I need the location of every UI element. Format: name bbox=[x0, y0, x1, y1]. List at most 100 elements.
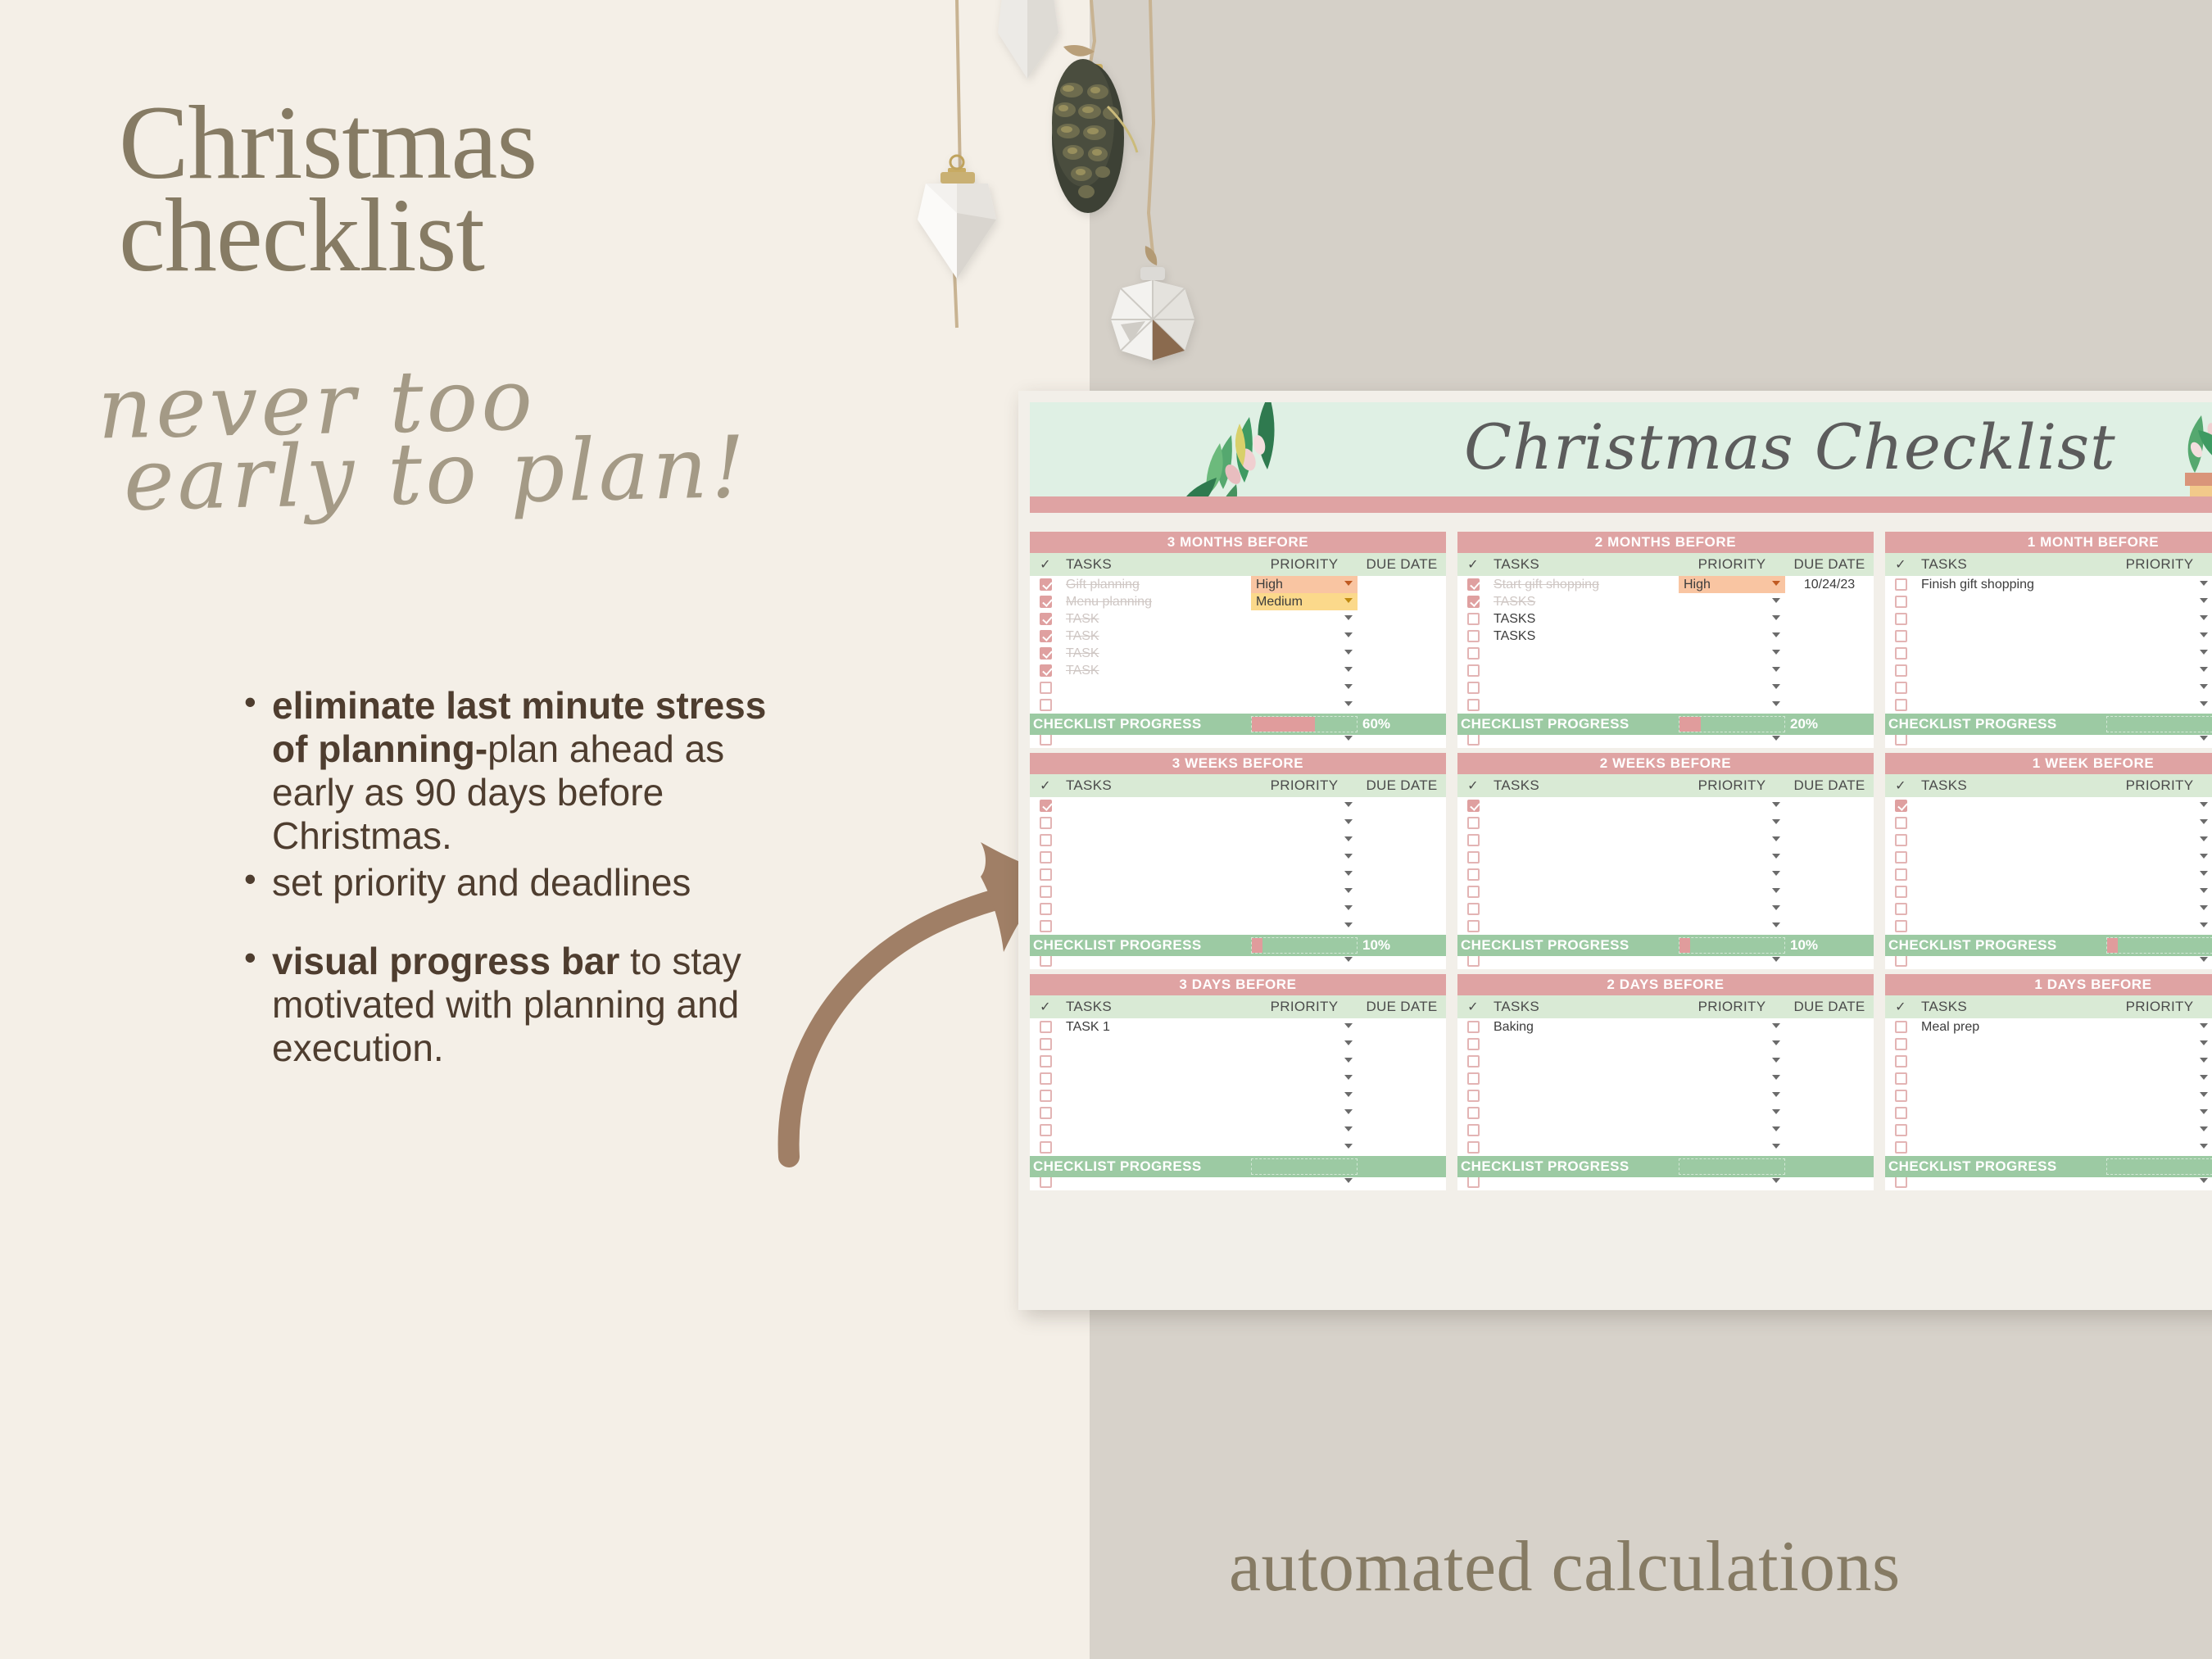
checkbox-empty-icon[interactable] bbox=[1466, 630, 1480, 642]
checkbox-cell[interactable] bbox=[1885, 1176, 1916, 1188]
checkbox-cell[interactable] bbox=[1030, 920, 1061, 932]
checkbox-empty-icon[interactable] bbox=[1039, 920, 1052, 932]
checkbox-cell[interactable] bbox=[1030, 630, 1061, 642]
chevron-down-icon[interactable] bbox=[1344, 736, 1353, 741]
chevron-down-icon[interactable] bbox=[2200, 922, 2208, 927]
priority-dropdown[interactable] bbox=[2106, 814, 2212, 832]
chevron-down-icon[interactable] bbox=[1772, 1144, 1780, 1149]
checkbox-checked-icon[interactable] bbox=[1466, 800, 1480, 812]
priority-dropdown[interactable] bbox=[1251, 883, 1358, 900]
checkbox-cell[interactable] bbox=[1457, 1141, 1489, 1154]
checkbox-empty-icon[interactable] bbox=[1894, 834, 1907, 846]
chevron-down-icon[interactable] bbox=[1772, 1075, 1780, 1080]
priority-dropdown[interactable] bbox=[1679, 1122, 1785, 1139]
checkbox-cell[interactable] bbox=[1030, 1107, 1061, 1119]
priority-dropdown[interactable] bbox=[1251, 918, 1358, 935]
priority-dropdown[interactable] bbox=[1251, 679, 1358, 696]
chevron-down-icon[interactable] bbox=[1344, 922, 1353, 927]
checkbox-empty-icon[interactable] bbox=[1894, 578, 1907, 591]
checkbox-cell[interactable] bbox=[1030, 1176, 1061, 1188]
chevron-down-icon[interactable] bbox=[1344, 1058, 1353, 1063]
checkbox-cell[interactable] bbox=[1457, 886, 1489, 898]
chevron-down-icon[interactable] bbox=[1772, 802, 1780, 807]
checkbox-cell[interactable] bbox=[1885, 868, 1916, 881]
priority-dropdown[interactable] bbox=[2106, 593, 2212, 610]
checkbox-empty-icon[interactable] bbox=[1466, 1055, 1480, 1067]
priority-dropdown[interactable] bbox=[2106, 832, 2212, 849]
checkbox-cell[interactable] bbox=[1885, 920, 1916, 932]
chevron-down-icon[interactable] bbox=[1344, 1075, 1353, 1080]
priority-dropdown[interactable] bbox=[2106, 1104, 2212, 1122]
priority-dropdown[interactable] bbox=[1679, 918, 1785, 935]
chevron-down-icon[interactable] bbox=[2200, 957, 2208, 962]
priority-dropdown[interactable] bbox=[1251, 645, 1358, 662]
task-cell[interactable]: TASK bbox=[1061, 612, 1251, 627]
priority-dropdown[interactable] bbox=[1679, 1087, 1785, 1104]
priority-dropdown[interactable] bbox=[2106, 576, 2212, 593]
chevron-down-icon[interactable] bbox=[2200, 701, 2208, 706]
chevron-down-icon[interactable] bbox=[1772, 1126, 1780, 1131]
chevron-down-icon[interactable] bbox=[2200, 684, 2208, 689]
checkbox-empty-icon[interactable] bbox=[1894, 630, 1907, 642]
chevron-down-icon[interactable] bbox=[2200, 1109, 2208, 1114]
priority-dropdown[interactable] bbox=[1251, 849, 1358, 866]
priority-dropdown[interactable] bbox=[1679, 797, 1785, 814]
chevron-down-icon[interactable] bbox=[2200, 736, 2208, 741]
priority-dropdown[interactable] bbox=[1251, 1104, 1358, 1122]
checkbox-cell[interactable] bbox=[1457, 630, 1489, 642]
checkbox-empty-icon[interactable] bbox=[1894, 682, 1907, 694]
chevron-down-icon[interactable] bbox=[1344, 632, 1353, 637]
checkbox-empty-icon[interactable] bbox=[1894, 1038, 1907, 1050]
chevron-down-icon[interactable] bbox=[1772, 615, 1780, 620]
chevron-down-icon[interactable] bbox=[2200, 871, 2208, 876]
checkbox-cell[interactable] bbox=[1457, 1072, 1489, 1085]
priority-dropdown[interactable] bbox=[1251, 610, 1358, 628]
priority-dropdown[interactable] bbox=[2106, 679, 2212, 696]
chevron-down-icon[interactable] bbox=[1772, 1040, 1780, 1045]
chevron-down-icon[interactable] bbox=[1344, 701, 1353, 706]
priority-dropdown[interactable] bbox=[1251, 1087, 1358, 1104]
priority-dropdown[interactable] bbox=[1679, 593, 1785, 610]
checkbox-empty-icon[interactable] bbox=[1894, 1090, 1907, 1102]
task-cell[interactable]: TASK bbox=[1061, 646, 1251, 661]
checkbox-cell[interactable] bbox=[1885, 851, 1916, 863]
checkbox-empty-icon[interactable] bbox=[1466, 1021, 1480, 1033]
checkbox-checked-icon[interactable] bbox=[1466, 578, 1480, 591]
checkbox-empty-icon[interactable] bbox=[1894, 920, 1907, 932]
chevron-down-icon[interactable] bbox=[1772, 632, 1780, 637]
priority-dropdown[interactable] bbox=[1679, 1104, 1785, 1122]
priority-dropdown[interactable] bbox=[1679, 900, 1785, 918]
checkbox-cell[interactable] bbox=[1457, 800, 1489, 812]
chevron-down-icon[interactable] bbox=[1344, 802, 1353, 807]
priority-dropdown[interactable] bbox=[1679, 679, 1785, 696]
priority-dropdown[interactable] bbox=[1251, 1018, 1358, 1036]
checkbox-empty-icon[interactable] bbox=[1894, 851, 1907, 863]
chevron-down-icon[interactable] bbox=[1344, 581, 1353, 586]
checkbox-cell[interactable] bbox=[1030, 613, 1061, 625]
checkbox-empty-icon[interactable] bbox=[1039, 1107, 1052, 1119]
priority-dropdown[interactable] bbox=[2106, 645, 2212, 662]
priority-dropdown[interactable] bbox=[2106, 797, 2212, 814]
checkbox-empty-icon[interactable] bbox=[1466, 903, 1480, 915]
checkbox-cell[interactable] bbox=[1885, 1021, 1916, 1033]
priority-dropdown[interactable] bbox=[2106, 1036, 2212, 1053]
checkbox-empty-icon[interactable] bbox=[1894, 886, 1907, 898]
checkbox-checked-icon[interactable] bbox=[1039, 630, 1052, 642]
chevron-down-icon[interactable] bbox=[2200, 581, 2208, 586]
chevron-down-icon[interactable] bbox=[2200, 650, 2208, 655]
checkbox-empty-icon[interactable] bbox=[1466, 682, 1480, 694]
checkbox-empty-icon[interactable] bbox=[1039, 1141, 1052, 1154]
priority-dropdown[interactable] bbox=[2106, 866, 2212, 883]
chevron-down-icon[interactable] bbox=[1344, 1092, 1353, 1097]
checkbox-empty-icon[interactable] bbox=[1466, 647, 1480, 660]
due-date-cell[interactable]: 10/24/23 bbox=[1785, 578, 1874, 592]
checkbox-empty-icon[interactable] bbox=[1039, 682, 1052, 694]
checkbox-cell[interactable] bbox=[1457, 647, 1489, 660]
checkbox-cell[interactable] bbox=[1457, 1038, 1489, 1050]
checkbox-empty-icon[interactable] bbox=[1894, 1176, 1907, 1188]
priority-dropdown[interactable] bbox=[1251, 662, 1358, 679]
priority-dropdown[interactable] bbox=[1679, 832, 1785, 849]
checkbox-empty-icon[interactable] bbox=[1039, 1055, 1052, 1067]
task-cell[interactable]: TASK 1 bbox=[1061, 1020, 1251, 1035]
checkbox-cell[interactable] bbox=[1885, 1072, 1916, 1085]
